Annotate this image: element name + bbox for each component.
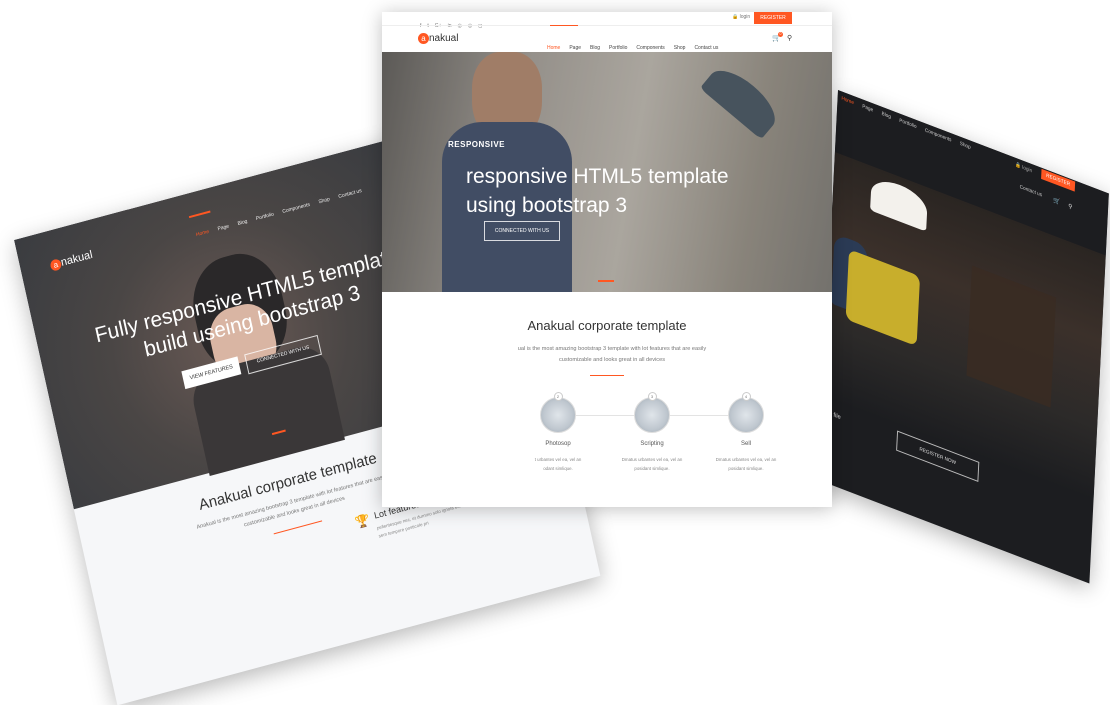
feature-scripting: 3 Scripting Dmatus urbantes vel ea, vel …	[612, 392, 692, 473]
search-icon[interactable]: ⚲	[787, 34, 792, 42]
nav-components[interactable]: Components	[636, 45, 664, 51]
feature-description: t urbantes vel ea, vel an odant simlique…	[518, 455, 598, 473]
feature-desc-line-1: t urbantes vel ea, vel an	[518, 455, 598, 464]
section-desc-line-1: ual is the most amazing bootstrap 3 temp…	[462, 344, 762, 355]
feature-description: Dmatus urbantes vel ea, vel an posidant …	[612, 455, 692, 473]
feature-photosop: 2 Photosop t urbantes vel ea, vel an oda…	[518, 392, 598, 473]
feature-title: Sell	[706, 441, 786, 447]
feature-title: Scripting	[612, 441, 692, 447]
hero-eyebrow: RESPONSIVE	[448, 140, 505, 149]
logo-icon: a	[418, 33, 429, 44]
google-plus-icon[interactable]: G+	[435, 23, 442, 29]
feature-sell: 4 Sell Dmatus urbantes vel ea, vel an po…	[706, 392, 786, 473]
trophy-icon: 🏆	[354, 512, 372, 530]
register-button[interactable]: REGISTER	[754, 12, 792, 24]
search-icon[interactable]: ⚲	[1068, 203, 1072, 212]
nav-home[interactable]: Home	[547, 45, 560, 51]
topbar-divider	[382, 25, 832, 26]
twitter-icon[interactable]: t	[427, 23, 428, 29]
hero-title: responsive HTML5 template using bootstra…	[466, 162, 832, 220]
nav-blog[interactable]: Blog	[590, 45, 600, 51]
connect-button[interactable]: CONNECTED WITH US	[484, 221, 560, 241]
pinterest-icon[interactable]: ◎	[458, 23, 462, 29]
login-link[interactable]: 🔒 login	[732, 14, 750, 20]
linkedin-icon[interactable]: in	[448, 23, 452, 29]
dark-template-mockup: HomePageBlogPortfolioComponentsShop 🔒 lo…	[819, 90, 1109, 584]
instagram-icon[interactable]: ◻	[478, 23, 482, 29]
social-icons: ft G+ in ◎ ◎ ◻	[420, 14, 488, 32]
section-title: Anakual corporate template	[382, 318, 832, 333]
nav-portfolio[interactable]: Portfolio	[255, 211, 274, 222]
nav-page[interactable]: Page	[217, 223, 230, 232]
nav-home[interactable]: Home	[195, 229, 209, 238]
login-label: login	[740, 14, 751, 20]
nav-page[interactable]: Page	[569, 45, 581, 51]
nav-shop[interactable]: Shop	[674, 45, 686, 51]
dribbble-icon[interactable]: ◎	[468, 23, 472, 29]
section-divider	[274, 520, 323, 534]
feature-description: Dmatus urbantes vel ea, vel an posidant …	[706, 455, 786, 473]
feature-image	[540, 397, 576, 433]
feature-desc-line-2: posidant simlique.	[706, 464, 786, 473]
feature-image	[728, 397, 764, 433]
yellow-chair-shape	[846, 249, 920, 346]
nav-shop[interactable]: Shop	[318, 196, 331, 205]
hero-title-line-1: responsive HTML5 template	[466, 162, 832, 191]
feature-desc-line-1: Dmatus urbantes vel ea, vel an	[706, 455, 786, 464]
section-desc-line-2: customizable and looks great in all devi…	[462, 355, 762, 366]
feature-number: 2	[554, 392, 563, 401]
feature-desc-line-2: posidant simlique.	[612, 464, 692, 473]
section-divider	[590, 375, 624, 376]
feature-number: 4	[742, 392, 751, 401]
lock-icon: 🔒	[732, 14, 738, 20]
cart-count-badge: 0	[778, 32, 783, 37]
facebook-icon[interactable]: f	[420, 23, 421, 29]
feature-image	[634, 397, 670, 433]
feature-title: Photosop	[518, 441, 598, 447]
hero-title-line-2: using bootstrap 3	[466, 191, 832, 220]
brand-name: nakual	[429, 33, 458, 44]
nav-contact[interactable]: Contact us	[694, 45, 718, 51]
register-label: REGISTER	[760, 15, 786, 21]
feature-desc-line-1: Dmatus urbantes vel ea, vel an	[612, 455, 692, 464]
section-description: ual is the most amazing bootstrap 3 temp…	[462, 344, 762, 366]
center-template-mockup: ft G+ in ◎ ◎ ◻ 🔒 login REGISTER anakual Home P…	[382, 12, 832, 507]
active-nav-indicator	[550, 25, 578, 26]
feature-desc-line-2: odant simlique.	[518, 464, 598, 473]
office-background-shape	[967, 266, 1057, 408]
slider-indicator[interactable]	[598, 280, 614, 282]
nav-portfolio[interactable]: Portfolio	[609, 45, 627, 51]
nav-blog[interactable]: Blog	[237, 219, 248, 228]
feature-number: 3	[648, 392, 657, 401]
brand-logo[interactable]: anakual	[418, 33, 458, 44]
